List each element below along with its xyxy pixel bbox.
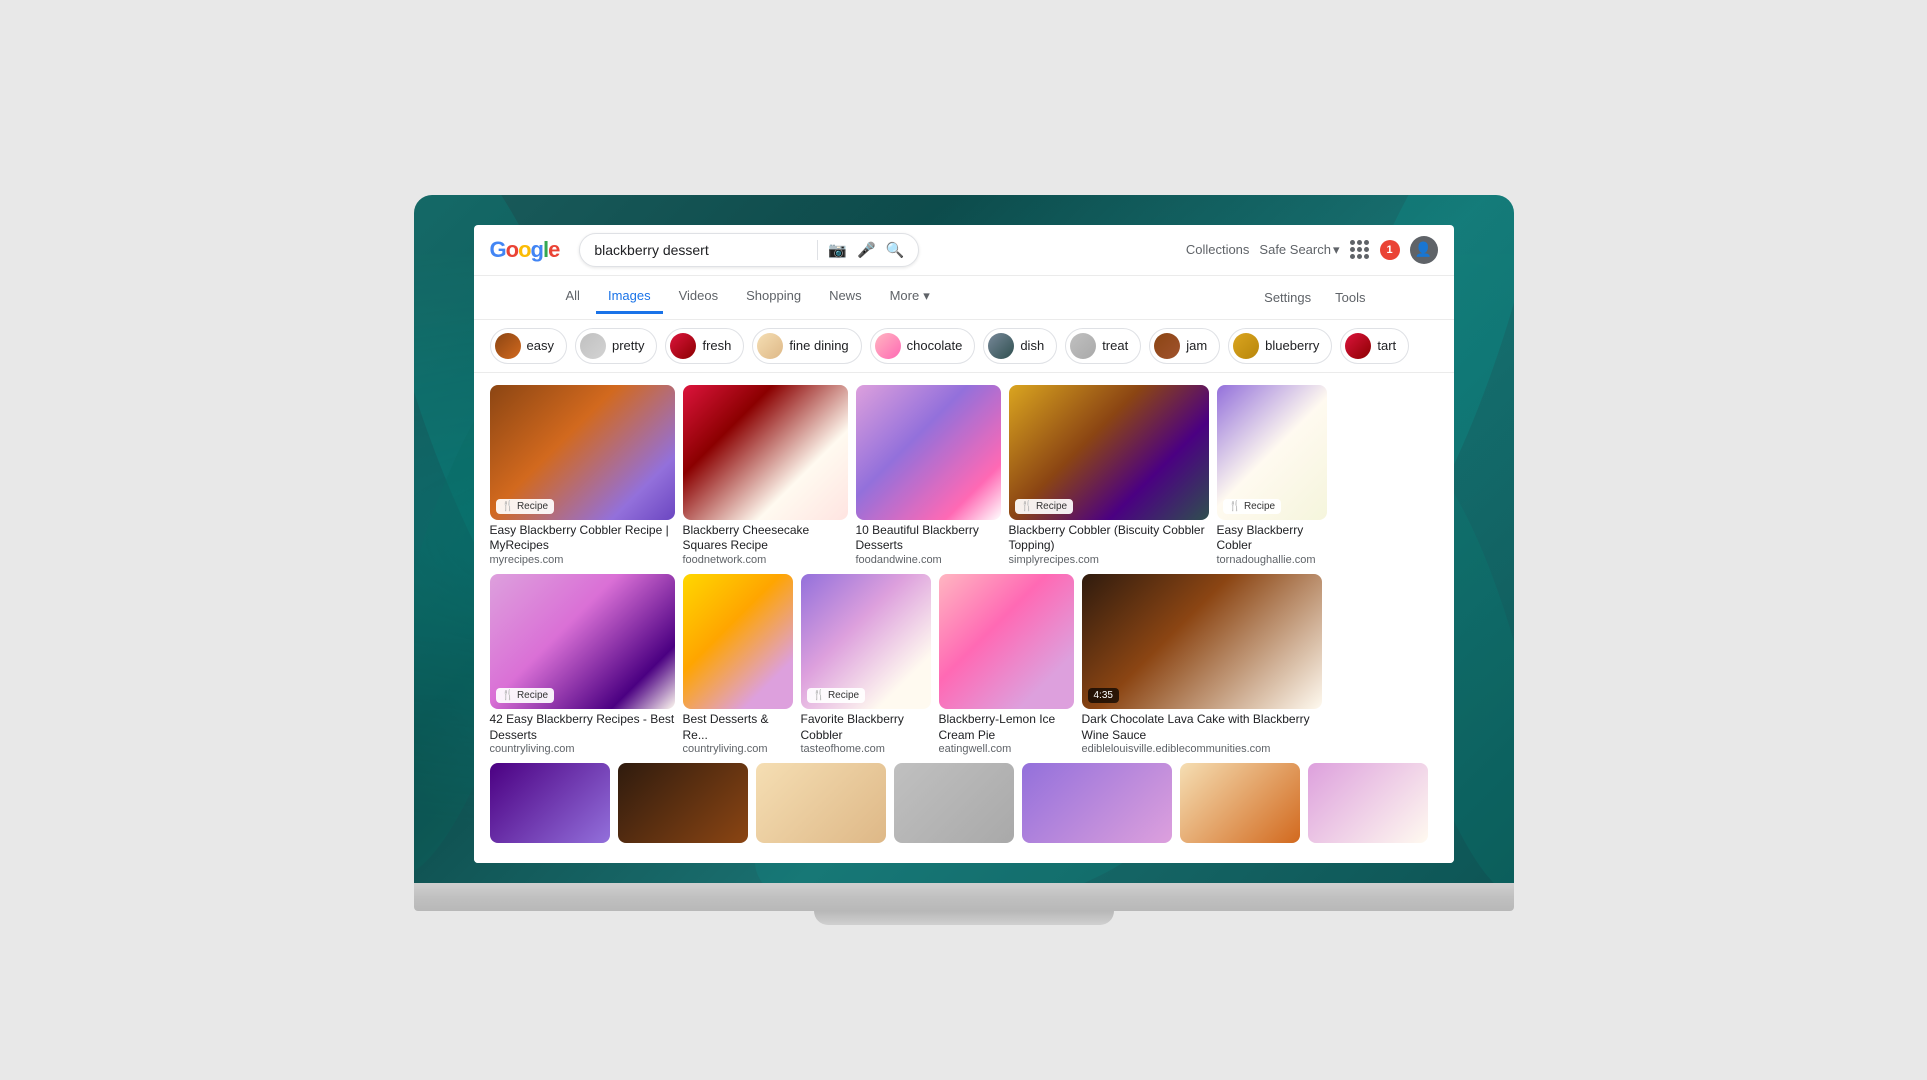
image-row-3 — [490, 763, 1438, 843]
chip-tart[interactable]: tart — [1340, 328, 1409, 364]
image-card[interactable]: Best Desserts & Re... countryliving.com — [683, 574, 793, 755]
img-domain: simplyrecipes.com — [1009, 554, 1209, 566]
tab-more[interactable]: More ▾ — [878, 280, 942, 315]
image-card[interactable] — [618, 763, 748, 843]
img-title: Blackberry-Lemon Ice Cream Pie — [939, 712, 1074, 743]
chip-fresh[interactable]: fresh — [665, 328, 744, 364]
img-title: Easy Blackberry Cobler — [1217, 523, 1327, 554]
image-card[interactable]: 🍴 Recipe Easy Blackberry Cobbler Recipe … — [490, 385, 675, 566]
img-domain: foodandwine.com — [856, 554, 1001, 566]
image-row-2: 🍴 Recipe 42 Easy Blackberry Recipes - Be… — [490, 574, 1438, 755]
recipe-badge: 🍴 Recipe — [496, 688, 555, 703]
nav-tabs: All Images Videos Shopping News More ▾ S… — [474, 276, 1454, 320]
recipe-badge: 🍴 Recipe — [807, 688, 866, 703]
image-card[interactable] — [1022, 763, 1172, 843]
header-right: Collections Safe Search ▾ 1 👤 — [1186, 236, 1438, 264]
image-card[interactable]: 10 Beautiful Blackberry Desserts foodand… — [856, 385, 1001, 566]
image-row-1: 🍴 Recipe Easy Blackberry Cobbler Recipe … — [490, 385, 1438, 566]
img-title: Blackberry Cobbler (Biscuity Cobbler Top… — [1009, 523, 1209, 554]
mic-icon[interactable]: 🎤 — [857, 241, 876, 259]
search-bar[interactable]: 📷 🎤 🔍 — [579, 233, 919, 267]
google-header: Google 📷 🎤 🔍 Collections Safe Search ▾ — [474, 225, 1454, 276]
image-card[interactable]: 🍴 Recipe Favorite Blackberry Cobbler tas… — [801, 574, 931, 755]
img-title: 10 Beautiful Blackberry Desserts — [856, 523, 1001, 554]
img-domain: tasteofhome.com — [801, 743, 931, 755]
recipe-badge: 🍴 Recipe — [1015, 499, 1074, 514]
img-title: Easy Blackberry Cobbler Recipe | MyRecip… — [490, 523, 675, 554]
image-card[interactable]: Blackberry-Lemon Ice Cream Pie eatingwel… — [939, 574, 1074, 755]
image-card[interactable] — [1308, 763, 1428, 843]
laptop-screen-bezel: Google 📷 🎤 🔍 Collections Safe Search ▾ — [414, 195, 1514, 883]
nav-right: Settings Tools — [1256, 282, 1373, 313]
image-card[interactable] — [1180, 763, 1300, 843]
user-avatar[interactable]: 👤 — [1410, 236, 1438, 264]
chevron-down-icon: ▾ — [1333, 242, 1340, 258]
image-card[interactable]: 🍴 Recipe 42 Easy Blackberry Recipes - Be… — [490, 574, 675, 755]
search-submit-icon[interactable]: 🔍 — [886, 241, 905, 259]
chip-blueberry[interactable]: blueberry — [1228, 328, 1332, 364]
img-domain: myrecipes.com — [490, 554, 675, 566]
google-logo[interactable]: Google — [490, 237, 560, 263]
chip-chocolate[interactable]: chocolate — [870, 328, 976, 364]
apps-grid-icon[interactable] — [1350, 240, 1370, 260]
search-input[interactable] — [594, 242, 807, 258]
chip-treat[interactable]: treat — [1065, 328, 1141, 364]
img-title: Blackberry Cheesecake Squares Recipe — [683, 523, 848, 554]
tab-all[interactable]: All — [554, 280, 592, 314]
img-domain: countryliving.com — [490, 743, 675, 755]
img-domain: ediblelouisville.ediblecommunities.com — [1082, 743, 1322, 755]
video-badge: 4:35 — [1088, 688, 1119, 703]
laptop-container: Google 📷 🎤 🔍 Collections Safe Search ▾ — [414, 155, 1514, 925]
collections-link[interactable]: Collections — [1186, 242, 1250, 257]
image-card[interactable]: 🍴 Recipe Easy Blackberry Cobler tornadou… — [1217, 385, 1327, 566]
img-domain: countryliving.com — [683, 743, 793, 755]
tab-shopping[interactable]: Shopping — [734, 280, 813, 314]
divider — [817, 240, 818, 260]
image-card[interactable]: Blackberry Cheesecake Squares Recipe foo… — [683, 385, 848, 566]
notification-badge[interactable]: 1 — [1380, 240, 1400, 260]
image-grid: 🍴 Recipe Easy Blackberry Cobbler Recipe … — [474, 373, 1454, 863]
recipe-badge: 🍴 Recipe — [1223, 499, 1282, 514]
tab-videos[interactable]: Videos — [667, 280, 731, 314]
img-title: 42 Easy Blackberry Recipes - Best Desser… — [490, 712, 675, 743]
laptop-screen: Google 📷 🎤 🔍 Collections Safe Search ▾ — [474, 225, 1454, 863]
filter-chips: easy pretty fresh fine dining chocolate — [474, 320, 1454, 373]
image-card[interactable]: 4:35 Dark Chocolate Lava Cake with Black… — [1082, 574, 1322, 755]
image-card[interactable] — [894, 763, 1014, 843]
chip-dish[interactable]: dish — [983, 328, 1057, 364]
img-domain: tornadoughallie.com — [1217, 554, 1327, 566]
chip-fine-dining[interactable]: fine dining — [752, 328, 861, 364]
img-title: Best Desserts & Re... — [683, 712, 793, 743]
chip-easy[interactable]: easy — [490, 328, 567, 364]
image-card[interactable] — [490, 763, 610, 843]
image-card[interactable] — [756, 763, 886, 843]
safe-search-link[interactable]: Safe Search ▾ — [1259, 242, 1339, 258]
recipe-badge: 🍴 Recipe — [496, 499, 555, 514]
chip-pretty[interactable]: pretty — [575, 328, 658, 364]
camera-icon[interactable]: 📷 — [828, 241, 847, 259]
tab-images[interactable]: Images — [596, 280, 663, 314]
settings-link[interactable]: Settings — [1256, 282, 1319, 313]
chip-jam[interactable]: jam — [1149, 328, 1220, 364]
img-title: Dark Chocolate Lava Cake with Blackberry… — [1082, 712, 1322, 743]
img-domain: foodnetwork.com — [683, 554, 848, 566]
img-domain: eatingwell.com — [939, 743, 1074, 755]
tools-link[interactable]: Tools — [1327, 282, 1373, 313]
image-card[interactable]: 🍴 Recipe Blackberry Cobbler (Biscuity Co… — [1009, 385, 1209, 566]
img-title: Favorite Blackberry Cobbler — [801, 712, 931, 743]
tab-news[interactable]: News — [817, 280, 874, 314]
laptop-base — [414, 883, 1514, 911]
